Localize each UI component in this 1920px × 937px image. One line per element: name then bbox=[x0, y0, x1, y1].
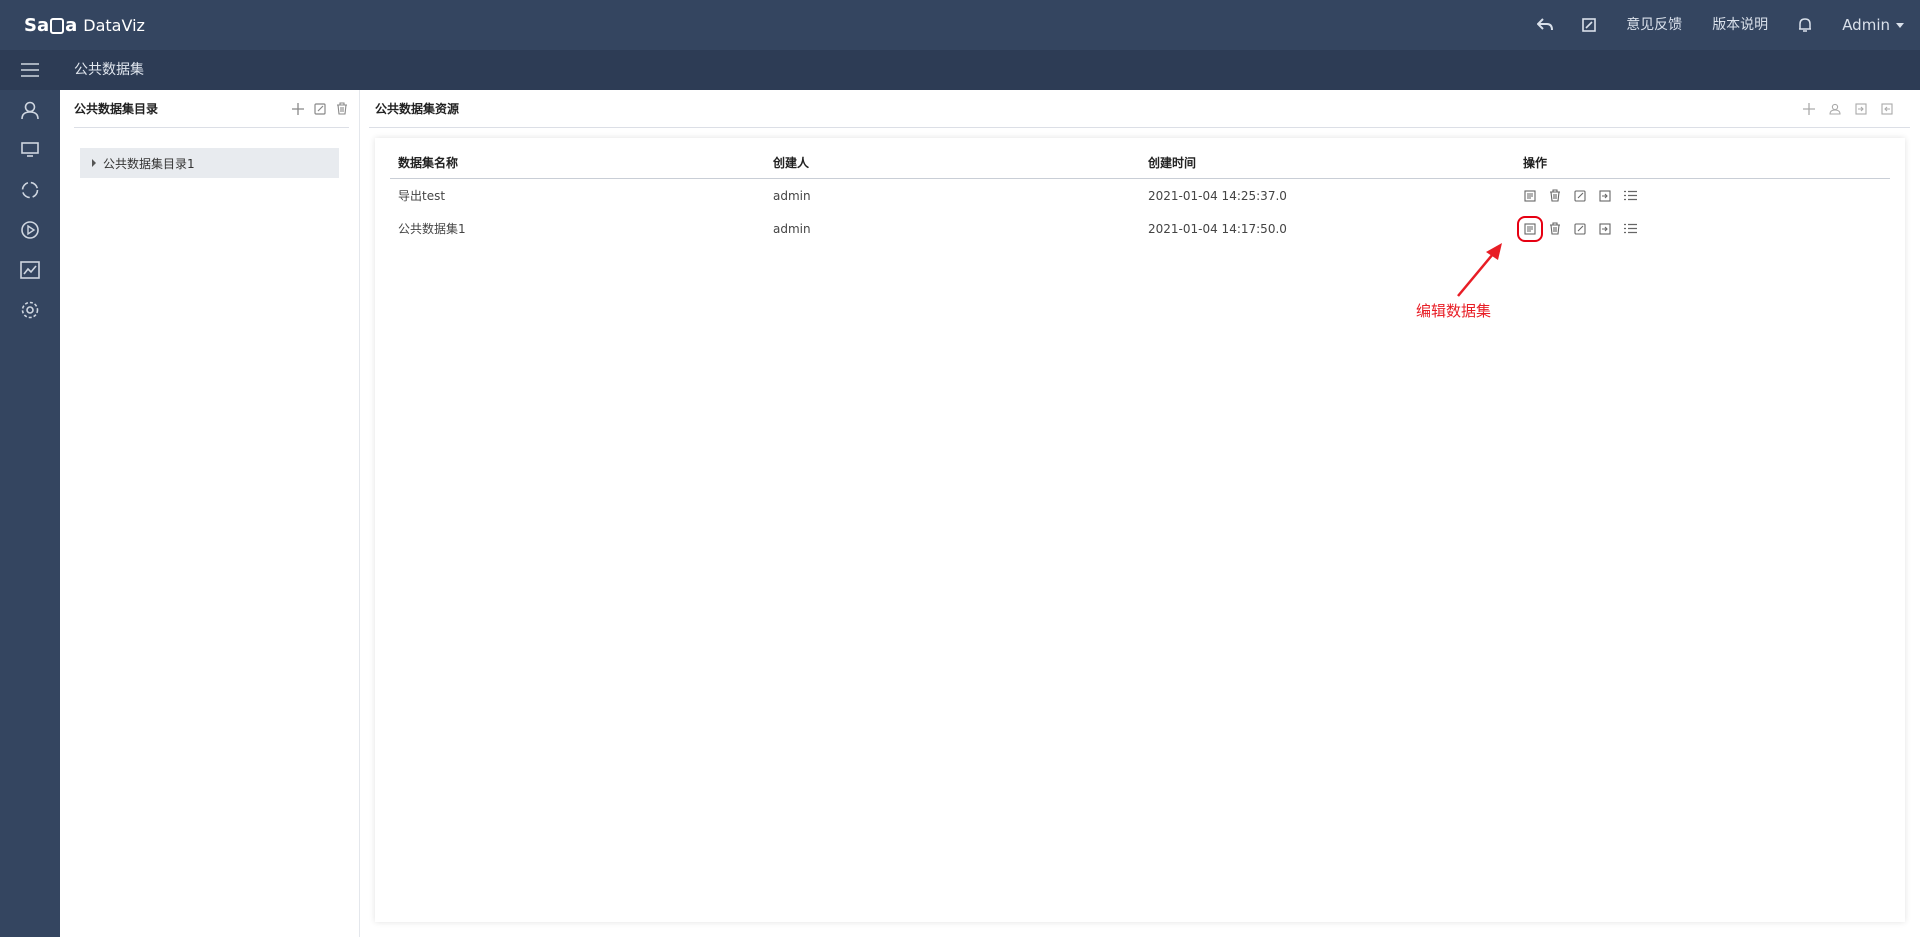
dataset-name: 公共数据集1 bbox=[398, 222, 466, 236]
release-notes-link[interactable]: 版本说明 bbox=[1697, 0, 1783, 50]
app-logo[interactable]: Sa a DataViz bbox=[24, 12, 145, 38]
tree-item-folder[interactable]: 公共数据集目录1 bbox=[80, 148, 339, 178]
column-header-actions: 操作 bbox=[1523, 155, 1548, 170]
delete-icon[interactable] bbox=[1548, 189, 1562, 203]
left-nav-rail bbox=[0, 90, 60, 937]
import-icon[interactable] bbox=[1854, 102, 1868, 116]
add-icon[interactable] bbox=[291, 102, 305, 116]
annotation-arrow bbox=[1457, 243, 1502, 297]
edit-icon[interactable] bbox=[313, 102, 327, 116]
directory-panel: 公共数据集目录 公共数据集目录1 bbox=[60, 90, 360, 937]
caret-right-icon[interactable] bbox=[92, 159, 96, 167]
directory-panel-header: 公共数据集目录 bbox=[74, 90, 349, 128]
resource-actions bbox=[1802, 102, 1910, 116]
delete-icon[interactable] bbox=[335, 102, 349, 116]
back-icon[interactable] bbox=[1523, 0, 1567, 50]
edit-square-icon[interactable] bbox=[1567, 0, 1611, 50]
top-right-actions: 意见反馈 版本说明 Admin bbox=[1523, 0, 1904, 50]
dataset-name: 导出test bbox=[398, 189, 446, 203]
list-icon[interactable] bbox=[1623, 189, 1637, 203]
logo-c-shape bbox=[50, 18, 65, 34]
product-name: DataViz bbox=[83, 15, 145, 35]
tree-item-label: 公共数据集目录1 bbox=[103, 156, 195, 171]
settings-icon[interactable] bbox=[0, 290, 60, 330]
bell-icon[interactable] bbox=[1783, 0, 1827, 50]
table-header-row: 数据集名称 创建人 创建时间 操作 bbox=[390, 146, 1890, 179]
dataset-creator: admin bbox=[773, 221, 811, 236]
play-icon[interactable] bbox=[0, 210, 60, 250]
user-permission-icon[interactable] bbox=[1828, 102, 1842, 116]
list-icon[interactable] bbox=[1623, 222, 1637, 236]
edit-dataset-icon[interactable] bbox=[1517, 215, 1543, 242]
column-header-name: 数据集名称 bbox=[398, 155, 459, 170]
monitor-icon[interactable] bbox=[0, 130, 60, 170]
annotation-label: 编辑数据集 bbox=[1416, 302, 1492, 320]
resource-panel: 公共数据集资源 数据集名称 创建人 创建时间 操作 导出test admin 2… bbox=[361, 90, 1920, 937]
top-bar: Sa a DataViz 意见反馈 版本说明 Admin bbox=[0, 0, 1920, 50]
chart-icon[interactable] bbox=[0, 250, 60, 290]
edit-icon[interactable] bbox=[1573, 189, 1587, 203]
breadcrumb: 公共数据集 bbox=[74, 62, 144, 78]
add-icon[interactable] bbox=[1802, 102, 1816, 116]
table-row: 公共数据集1 admin 2021-01-04 14:17:50.0 bbox=[390, 212, 1890, 245]
dataset-created-at: 2021-01-04 14:25:37.0 bbox=[1148, 188, 1287, 203]
sub-bar: 公共数据集 bbox=[0, 50, 1920, 90]
resource-panel-header: 公共数据集资源 bbox=[369, 90, 1910, 128]
directory-actions bbox=[291, 102, 349, 116]
table-row: 导出test admin 2021-01-04 14:25:37.0 bbox=[390, 179, 1890, 212]
logo-mark: Sa a bbox=[24, 15, 77, 36]
dataset-created-at: 2021-01-04 14:17:50.0 bbox=[1148, 221, 1287, 236]
user-icon[interactable] bbox=[0, 90, 60, 130]
menu-icon[interactable] bbox=[0, 50, 60, 90]
dataset-table-card: 数据集名称 创建人 创建时间 操作 导出test admin 2021-01-0… bbox=[375, 138, 1905, 922]
chevron-down-icon bbox=[1896, 22, 1904, 28]
column-header-creator: 创建人 bbox=[773, 155, 810, 170]
export-icon[interactable] bbox=[1880, 102, 1894, 116]
logo-mark-left: Sa bbox=[24, 14, 50, 36]
edit-dataset-icon[interactable] bbox=[1523, 189, 1537, 203]
row-actions bbox=[1515, 189, 1890, 203]
import-icon[interactable] bbox=[1598, 222, 1612, 236]
import-icon[interactable] bbox=[1598, 189, 1612, 203]
directory-panel-title: 公共数据集目录 bbox=[74, 102, 159, 116]
resource-panel-title: 公共数据集资源 bbox=[375, 102, 460, 116]
dataset-creator: admin bbox=[773, 188, 811, 203]
logo-mark-right: a bbox=[65, 14, 78, 36]
user-menu[interactable]: Admin bbox=[1827, 16, 1904, 34]
feedback-link[interactable]: 意见反馈 bbox=[1611, 0, 1697, 50]
user-name: Admin bbox=[1842, 16, 1890, 34]
delete-icon[interactable] bbox=[1548, 222, 1562, 236]
cycle-icon[interactable] bbox=[0, 170, 60, 210]
column-header-created-at: 创建时间 bbox=[1148, 155, 1197, 170]
dataset-table: 数据集名称 创建人 创建时间 操作 导出test admin 2021-01-0… bbox=[390, 146, 1890, 245]
row-actions bbox=[1515, 215, 1890, 242]
edit-icon[interactable] bbox=[1573, 222, 1587, 236]
